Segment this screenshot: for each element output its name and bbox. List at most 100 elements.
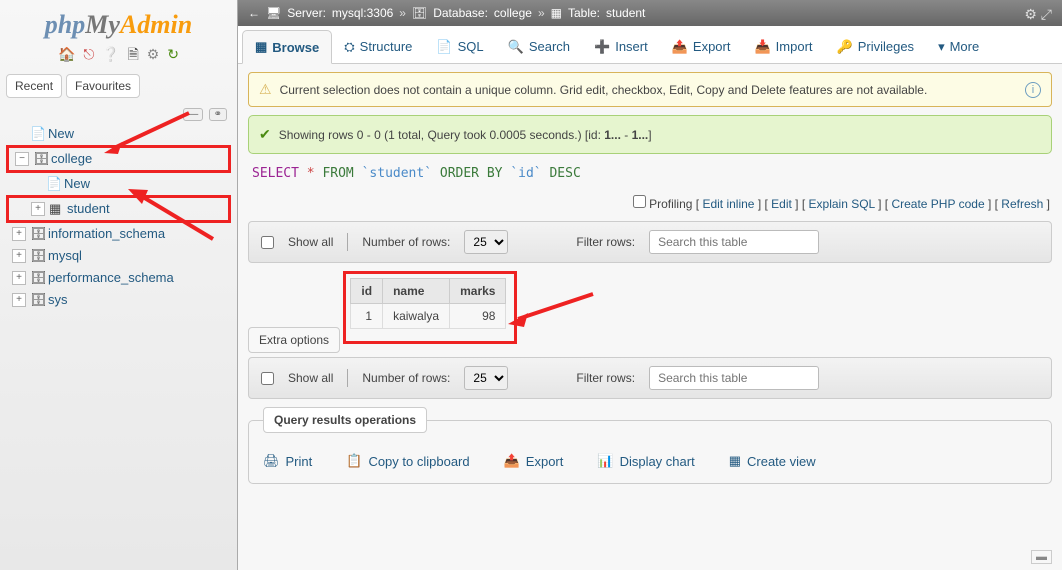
- control-bar-bottom: Show all Number of rows: 25 Filter rows:: [248, 357, 1052, 399]
- table-icon: ▦: [551, 6, 562, 20]
- num-rows-select[interactable]: 25: [464, 230, 508, 254]
- create-php-link[interactable]: Create PHP code: [891, 197, 984, 211]
- privileges-icon: 🔑: [837, 39, 853, 55]
- settings-icon[interactable]: ⚙ ⤢: [1024, 6, 1052, 23]
- refresh-link[interactable]: Refresh: [1001, 197, 1043, 211]
- print-button[interactable]: 🖨Print: [263, 453, 312, 469]
- col-header-id[interactable]: id: [351, 279, 383, 304]
- expand-icon[interactable]: +: [31, 202, 45, 216]
- tree-new[interactable]: +📄 New: [6, 123, 231, 145]
- collapse-icon[interactable]: −: [15, 152, 29, 166]
- cell-name: kaiwalya: [383, 304, 450, 329]
- server-link[interactable]: mysql:3306: [332, 6, 393, 20]
- table-link[interactable]: student: [606, 6, 645, 20]
- tab-more[interactable]: ▾More: [926, 30, 991, 63]
- structure-icon: ⛭: [344, 39, 354, 55]
- show-all-label[interactable]: Show all: [288, 235, 333, 249]
- copy-clipboard-button[interactable]: 📋Copy to clipboard: [346, 453, 469, 469]
- show-all-checkbox[interactable]: [261, 236, 274, 249]
- import-icon: 📥: [754, 39, 770, 55]
- expand-icon[interactable]: +: [12, 293, 26, 307]
- cell-id: 1: [351, 304, 383, 329]
- results-table: id name marks 1 kaiwalya 98: [350, 278, 506, 329]
- home-icon[interactable]: 🏠: [58, 46, 75, 62]
- sidebar-toolbar: 🏠 ⎋ ❔ 🗎 ⚙ ↻: [6, 42, 231, 74]
- tree-college-new[interactable]: +📄 New: [6, 173, 231, 195]
- logout-icon[interactable]: ⎋: [83, 46, 94, 62]
- breadcrumb-separator: »: [399, 6, 406, 20]
- console-toggle[interactable]: ▬: [1031, 550, 1052, 564]
- export-button[interactable]: 📤Export: [504, 453, 564, 469]
- tab-search[interactable]: 🔍Search: [496, 30, 582, 63]
- favourites-tab[interactable]: Favourites: [66, 74, 140, 98]
- tab-browse[interactable]: ▦Browse: [242, 30, 332, 64]
- filter-label: Filter rows:: [576, 235, 635, 249]
- profiling-checkbox[interactable]: [633, 195, 646, 208]
- reload-icon[interactable]: ↻: [167, 46, 179, 62]
- db-link[interactable]: college: [494, 6, 532, 20]
- breadcrumb-separator: »: [538, 6, 545, 20]
- info-icon[interactable]: i: [1025, 82, 1041, 98]
- logo[interactable]: phpMyAdmin: [6, 4, 231, 42]
- filter-input[interactable]: [649, 230, 819, 254]
- new-icon: 📄: [46, 173, 60, 195]
- more-icon: ▾: [938, 39, 945, 55]
- expand-icon[interactable]: +: [12, 271, 26, 285]
- profiling-label[interactable]: Profiling: [649, 197, 692, 211]
- server-icon: 🖥: [266, 6, 281, 20]
- show-all-label[interactable]: Show all: [288, 371, 333, 385]
- content: ⚠ Current selection does not contain a u…: [238, 64, 1062, 492]
- col-header-marks[interactable]: marks: [450, 279, 506, 304]
- docs-icon[interactable]: ❔: [102, 46, 119, 62]
- explain-link[interactable]: Explain SQL: [809, 197, 875, 211]
- database-icon: 🗄: [412, 6, 427, 20]
- expand-icon[interactable]: +: [12, 249, 26, 263]
- database-icon: 🗄: [30, 289, 44, 311]
- tree-db-sys[interactable]: +🗄 sys: [6, 289, 231, 311]
- query-results-operations: Query results operations 🖨Print 📋Copy to…: [248, 407, 1052, 484]
- extra-options-button[interactable]: Extra options: [248, 327, 340, 353]
- cell-marks: 98: [450, 304, 506, 329]
- check-icon: ✔: [259, 126, 271, 143]
- expand-icon[interactable]: +: [12, 227, 26, 241]
- server-label: Server:: [287, 6, 326, 20]
- tab-export[interactable]: 📤Export: [660, 30, 743, 63]
- nav-back-icon[interactable]: ←: [248, 6, 260, 20]
- filter-input[interactable]: [649, 366, 819, 390]
- edit-inline-link[interactable]: Edit inline: [702, 197, 754, 211]
- sidebar-tabs: Recent Favourites: [6, 74, 231, 98]
- tree-db-mysql[interactable]: +🗄 mysql: [6, 245, 231, 267]
- tab-structure[interactable]: ⛭Structure: [332, 30, 424, 63]
- new-icon: 📄: [30, 123, 44, 145]
- num-rows-select[interactable]: 25: [464, 366, 508, 390]
- edit-link[interactable]: Edit: [771, 197, 792, 211]
- tab-insert[interactable]: ➕Insert: [582, 30, 660, 63]
- filter-label: Filter rows:: [576, 371, 635, 385]
- display-chart-button[interactable]: 📊Display chart: [597, 453, 694, 469]
- gear-icon[interactable]: ⚙: [147, 46, 160, 62]
- sql-icon[interactable]: 🗎: [128, 46, 139, 62]
- table-row: 1 kaiwalya 98: [351, 304, 506, 329]
- tab-import[interactable]: 📥Import: [742, 30, 824, 63]
- chart-icon: 📊: [597, 453, 613, 469]
- recent-tab[interactable]: Recent: [6, 74, 62, 98]
- tree-db-information-schema[interactable]: +🗄 information_schema: [6, 223, 231, 245]
- annotation-arrow: [508, 289, 598, 332]
- col-header-name[interactable]: name: [383, 279, 450, 304]
- link-icon[interactable]: ⚭: [209, 108, 227, 121]
- success-message: ✔ Showing rows 0 - 0 (1 total, Query too…: [248, 115, 1052, 154]
- collapse-icon[interactable]: —: [183, 108, 203, 121]
- show-all-checkbox[interactable]: [261, 372, 274, 385]
- tab-sql[interactable]: 📄SQL: [424, 30, 495, 63]
- breadcrumb: ← 🖥 Server: mysql:3306 » 🗄 Database: col…: [238, 0, 1062, 26]
- qops-legend: Query results operations: [263, 407, 427, 433]
- warning-icon: ⚠: [259, 81, 272, 98]
- control-bar-top: Show all Number of rows: 25 Filter rows:: [248, 221, 1052, 263]
- query-links: Profiling [ Edit inline ] [ Edit ] [ Exp…: [248, 191, 1052, 221]
- tree-db-performance-schema[interactable]: +🗄 performance_schema: [6, 267, 231, 289]
- tree-table-student[interactable]: +▦ student: [6, 195, 231, 223]
- create-view-button[interactable]: ▦Create view: [729, 453, 816, 469]
- tabs: ▦Browse ⛭Structure 📄SQL 🔍Search ➕Insert …: [238, 26, 1062, 64]
- tree-db-college[interactable]: −🗄 college: [6, 145, 231, 173]
- tab-privileges[interactable]: 🔑Privileges: [825, 30, 927, 63]
